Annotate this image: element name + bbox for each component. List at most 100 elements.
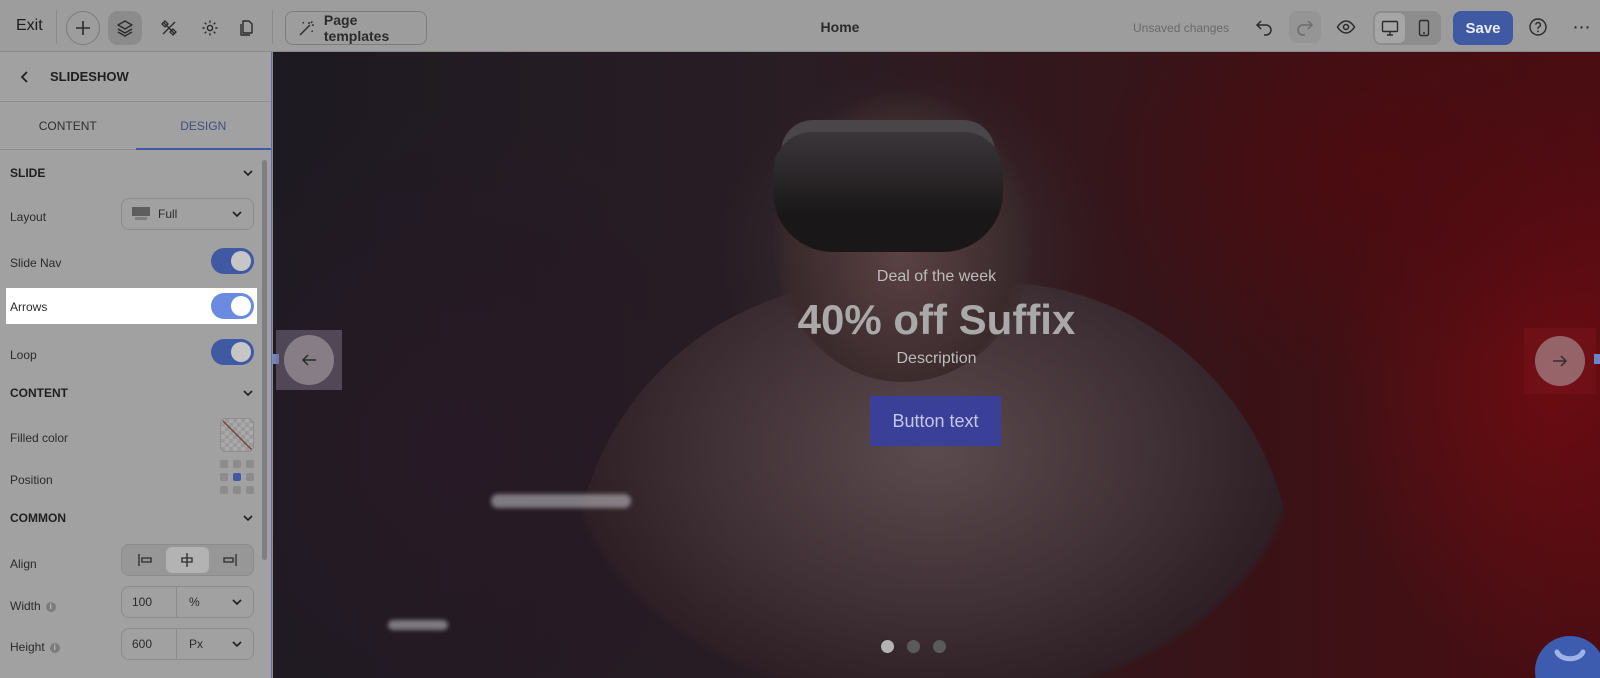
section-content-title: CONTENT (10, 386, 68, 400)
toolbar-divider (56, 10, 57, 44)
toggle-knob (231, 296, 251, 316)
info-icon[interactable]: i (49, 642, 60, 653)
desktop-view-button[interactable] (1375, 13, 1405, 43)
undo-button[interactable] (1248, 11, 1280, 43)
width-label: Width i (10, 599, 56, 613)
toggle-knob (231, 251, 251, 271)
slide-headline[interactable]: 40% off Suffix (273, 296, 1600, 344)
info-icon[interactable]: i (45, 601, 56, 612)
vr-headset-shape (773, 132, 1003, 252)
page-templates-label: Page templates (323, 12, 390, 44)
slide-dot-active[interactable] (881, 640, 894, 653)
panel-scrollbar[interactable] (262, 160, 267, 560)
align-control (121, 544, 254, 576)
arrow-left-icon (301, 354, 316, 366)
chevron-down-icon (243, 390, 253, 397)
height-label-text: Height (10, 640, 45, 654)
section-slide-header[interactable]: SLIDE (10, 166, 254, 180)
position-cell[interactable] (220, 486, 228, 494)
chat-widget-button[interactable] (1535, 636, 1600, 678)
align-right-icon (223, 554, 237, 566)
layout-full-icon (132, 207, 150, 220)
layout-label: Layout (10, 210, 47, 224)
position-cell[interactable] (246, 486, 254, 494)
slide-nav-toggle[interactable] (211, 248, 254, 274)
prev-arrow-circle (284, 335, 334, 385)
exit-button[interactable]: Exit (16, 17, 43, 35)
settings-button[interactable] (193, 11, 227, 45)
panel-tabs: CONTENT DESIGN (0, 102, 271, 150)
position-cell[interactable] (233, 486, 241, 494)
panel-header: SLIDESHOW (0, 52, 271, 102)
resize-handle-right[interactable] (1594, 354, 1600, 364)
chevron-down-icon (243, 515, 253, 522)
eye-icon (1336, 20, 1356, 34)
slide-eyebrow[interactable]: Deal of the week (273, 268, 1600, 286)
section-content-header[interactable]: CONTENT (10, 386, 254, 400)
section-common-header[interactable]: COMMON (10, 511, 254, 525)
more-options-button[interactable]: ⋯ (1568, 15, 1596, 39)
layers-icon (117, 20, 133, 37)
properties-panel: SLIDESHOW CONTENT DESIGN SLIDE Layout Fu… (0, 52, 272, 678)
mobile-view-button[interactable] (1409, 13, 1439, 43)
page-templates-button[interactable]: Page templates (285, 11, 427, 45)
redo-button[interactable] (1289, 11, 1321, 43)
undo-icon (1255, 20, 1272, 36)
preview-button[interactable] (1330, 11, 1362, 43)
position-cell[interactable] (220, 460, 228, 468)
arrows-toggle[interactable] (211, 293, 254, 319)
align-left-button[interactable] (124, 547, 166, 573)
slide-cta-button[interactable]: Button text (870, 396, 1001, 446)
save-button[interactable]: Save (1453, 11, 1513, 45)
position-cell-active[interactable] (233, 473, 241, 481)
slide-dot[interactable] (907, 640, 920, 653)
position-cell[interactable] (220, 473, 228, 481)
align-center-icon (181, 553, 194, 567)
help-icon (1529, 18, 1547, 36)
pages-button[interactable] (230, 11, 264, 45)
section-common-title: COMMON (10, 511, 66, 525)
height-field: 600 Px (121, 628, 254, 660)
light-streak (388, 620, 448, 630)
position-label: Position (10, 473, 53, 487)
filled-color-swatch[interactable] (220, 418, 254, 452)
layers-button[interactable] (108, 11, 142, 45)
layout-select[interactable]: Full (121, 198, 254, 230)
section-slide-title: SLIDE (10, 166, 46, 180)
height-unit-value: Px (189, 637, 204, 651)
position-cell[interactable] (233, 460, 241, 468)
tab-content[interactable]: CONTENT (0, 102, 136, 149)
filled-color-label: Filled color (10, 431, 69, 445)
add-element-button[interactable] (66, 11, 100, 45)
light-streak (491, 494, 631, 508)
next-slide-arrow[interactable] (1524, 328, 1596, 394)
loop-toggle[interactable] (211, 339, 254, 365)
height-input[interactable]: 600 (122, 629, 177, 659)
position-cell[interactable] (246, 473, 254, 481)
arrows-row: Arrows (6, 288, 257, 324)
align-right-button[interactable] (209, 547, 251, 573)
chevron-down-icon (243, 170, 253, 177)
slide-dot[interactable] (933, 640, 946, 653)
back-arrow-icon[interactable] (18, 70, 32, 84)
tab-design[interactable]: DESIGN (135, 102, 272, 150)
help-button[interactable] (1526, 15, 1550, 39)
desktop-icon (1381, 20, 1399, 36)
tools-button[interactable] (152, 11, 186, 45)
position-cell[interactable] (246, 460, 254, 468)
page-title[interactable]: Home (800, 19, 880, 35)
width-unit-select[interactable]: % (177, 595, 253, 609)
panel-body: SLIDE Layout Full Slide Nav Arrows Loop … (0, 152, 264, 678)
height-unit-select[interactable]: Px (177, 637, 253, 651)
arrow-right-icon (1553, 355, 1568, 367)
width-label-text: Width (10, 599, 41, 613)
align-center-button[interactable] (166, 547, 209, 573)
width-input[interactable]: 100 (122, 587, 177, 617)
slideshow-canvas[interactable]: Deal of the week 40% off Suffix Descript… (273, 52, 1600, 678)
slide-nav-dots (881, 640, 946, 653)
slide-nav-label: Slide Nav (10, 256, 62, 270)
slide-description[interactable]: Description (273, 350, 1600, 368)
position-grid[interactable] (220, 460, 254, 494)
mobile-icon (1418, 19, 1430, 37)
prev-slide-arrow[interactable] (276, 330, 342, 390)
